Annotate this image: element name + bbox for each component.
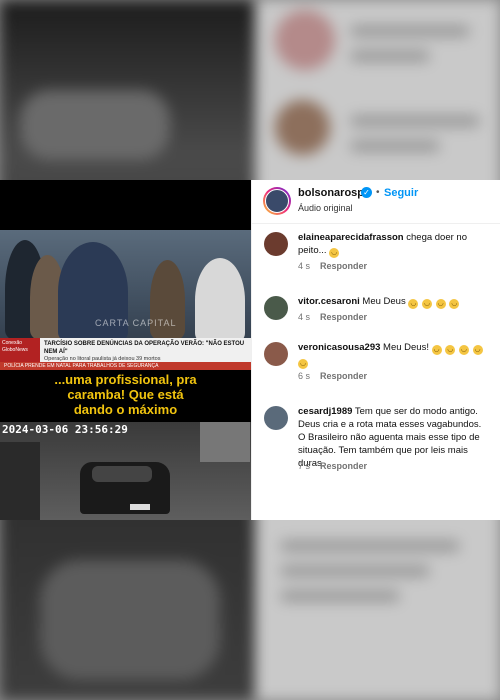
banner-text: TARCÍSIO SOBRE DENÚNCIAS DA OPERAÇÃO VER… bbox=[40, 338, 251, 362]
cctv-frame: 2024-03-06 23:56:29 bbox=[0, 422, 251, 520]
blur-shape bbox=[275, 100, 330, 155]
person-silhouette bbox=[150, 260, 185, 340]
avatar[interactable] bbox=[265, 189, 289, 213]
blur-shape bbox=[350, 115, 480, 127]
comment-avatar[interactable] bbox=[264, 406, 288, 430]
news-banner: Conexão GloboNews TARCÍSIO SOBRE DENÚNCI… bbox=[0, 338, 251, 362]
comment-avatar[interactable] bbox=[264, 232, 288, 256]
news-ticker: POLÍCIA PRENDE EM NATAL PARA TRABALHOS D… bbox=[0, 362, 251, 370]
scene-pillar bbox=[200, 422, 250, 462]
comments-panel: bolsonarosp ✓ • Seguir Áudio original el… bbox=[251, 180, 500, 520]
teary-face-icon: ◡ bbox=[431, 345, 442, 355]
sad-face-icon: ◡ bbox=[408, 299, 419, 309]
blur-shape bbox=[20, 90, 170, 160]
comment-time: 7 s bbox=[298, 461, 311, 471]
audio-link[interactable]: Áudio original bbox=[298, 203, 353, 213]
sad-face-icon: ◡ bbox=[449, 299, 460, 309]
post-username[interactable]: bolsonarosp bbox=[298, 187, 364, 199]
blur-shape bbox=[280, 565, 430, 577]
comment-time: 4 s bbox=[298, 312, 311, 322]
car-window bbox=[92, 466, 152, 482]
comment-time: 4 s bbox=[298, 261, 311, 271]
teary-face-icon: ◡ bbox=[298, 359, 308, 369]
comment-text: Meu Deus! bbox=[383, 342, 429, 353]
license-plate bbox=[130, 504, 150, 510]
post-card: CARTA CAPITAL Conexão GloboNews TARCÍSIO… bbox=[0, 180, 500, 520]
comment-avatar[interactable] bbox=[264, 342, 288, 366]
banner-title: TARCÍSIO SOBRE DENÚNCIAS DA OPERAÇÃO VER… bbox=[44, 341, 245, 355]
subtitle-line: caramba! Que está bbox=[67, 387, 184, 402]
blur-shape bbox=[350, 25, 470, 37]
comment-time: 6 s bbox=[298, 371, 311, 381]
blur-shape bbox=[280, 590, 400, 602]
blur-shape bbox=[350, 50, 430, 62]
comment-body: veronicasousa293 Meu Deus! ◡ ◡ ◡ ◡ ◡ bbox=[298, 341, 488, 369]
comment-username[interactable]: elaineaparecidafrasson bbox=[298, 232, 404, 243]
separator-dot: • bbox=[376, 187, 380, 198]
comment-body: elaineaparecidafrasson chega doer no pei… bbox=[298, 231, 488, 258]
post-header: bolsonarosp ✓ • Seguir Áudio original bbox=[252, 180, 500, 224]
scene-wall bbox=[0, 442, 40, 520]
comment-meta: 6 s Responder bbox=[298, 371, 367, 381]
reply-button[interactable]: Responder bbox=[320, 371, 367, 381]
teary-face-icon: ◡ bbox=[458, 345, 469, 355]
follow-button[interactable]: Seguir bbox=[384, 187, 418, 199]
teary-face-icon: ◡ bbox=[472, 345, 483, 355]
comment-username[interactable]: veronicasousa293 bbox=[298, 342, 380, 353]
watermark: CARTA CAPITAL bbox=[95, 318, 177, 328]
comment-meta: 4 s Responder bbox=[298, 312, 367, 322]
reply-button[interactable]: Responder bbox=[320, 261, 367, 271]
crying-face-icon: ◡ bbox=[329, 248, 340, 258]
reply-button[interactable]: Responder bbox=[320, 312, 367, 322]
blur-shape bbox=[40, 560, 220, 680]
subtitle-line: ...uma profissional, pra bbox=[54, 372, 197, 387]
blur-shape bbox=[350, 140, 440, 152]
blur-shape bbox=[280, 540, 460, 552]
comment-text: Meu Deus bbox=[362, 296, 406, 307]
comment-body: vitor.cesaroni Meu Deus ◡ ◡ ◡ ◡ bbox=[298, 295, 488, 309]
subtitle-line: dando o máximo bbox=[73, 402, 178, 417]
comment-meta: 7 s Responder bbox=[298, 461, 367, 471]
cctv-timestamp: 2024-03-06 23:56:29 bbox=[2, 423, 128, 436]
sad-face-icon: ◡ bbox=[422, 299, 433, 309]
blur-shape bbox=[275, 10, 335, 70]
comment-meta: 4 s Responder bbox=[298, 261, 367, 271]
comment-avatar[interactable] bbox=[264, 296, 288, 320]
person-silhouette bbox=[195, 258, 245, 343]
sad-face-icon: ◡ bbox=[435, 299, 446, 309]
comment-username[interactable]: cesardj1989 bbox=[298, 406, 352, 417]
channel-logo: Conexão GloboNews bbox=[0, 338, 40, 362]
video-subtitle: ...uma profissional, pra caramba! Que es… bbox=[0, 372, 251, 417]
post-video[interactable]: CARTA CAPITAL Conexão GloboNews TARCÍSIO… bbox=[0, 180, 251, 520]
verified-badge-icon: ✓ bbox=[361, 187, 372, 198]
comment-username[interactable]: vitor.cesaroni bbox=[298, 296, 360, 307]
reply-button[interactable]: Responder bbox=[320, 461, 367, 471]
teary-face-icon: ◡ bbox=[445, 345, 456, 355]
news-frame: CARTA CAPITAL Conexão GloboNews TARCÍSIO… bbox=[0, 230, 251, 370]
